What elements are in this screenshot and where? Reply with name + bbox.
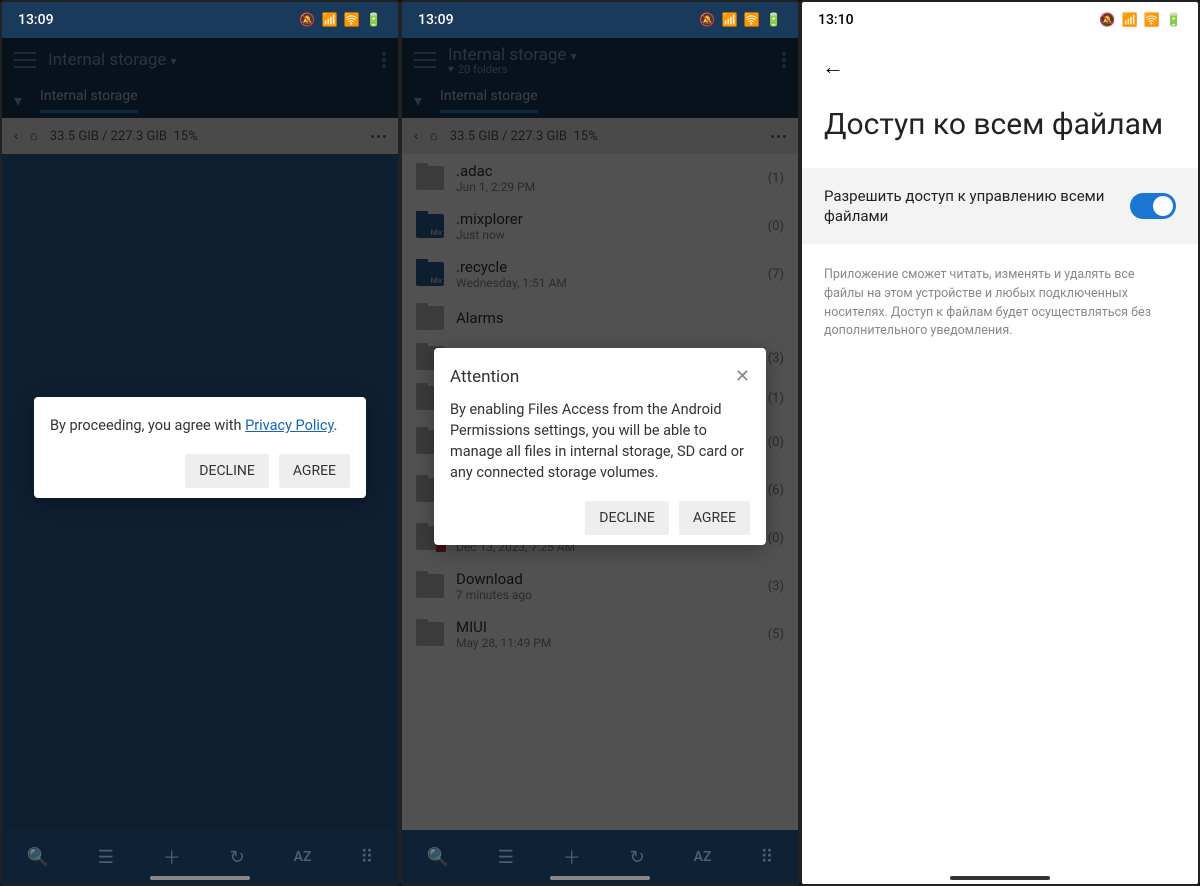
agree-button[interactable]: AGREE — [679, 501, 750, 535]
status-time: 13:10 — [818, 12, 854, 28]
status-icons: 🔕📶🛜🔋 — [299, 13, 382, 28]
agree-button[interactable]: AGREE — [279, 454, 350, 488]
dialog-title: Attention — [450, 367, 519, 387]
home-indicator[interactable] — [550, 876, 650, 880]
permission-description: Приложение сможет читать, изменять и уда… — [802, 244, 1198, 363]
status-time: 13:09 — [418, 12, 454, 28]
privacy-dialog: By proceeding, you agree with Privacy Po… — [34, 397, 366, 498]
permission-toggle[interactable] — [1130, 193, 1176, 219]
dialog-body: By enabling Files Access from the Androi… — [450, 399, 750, 483]
home-indicator[interactable] — [150, 876, 250, 880]
status-bar: 13:09 🔕📶🛜🔋 — [402, 2, 798, 38]
decline-button[interactable]: DECLINE — [185, 454, 269, 488]
status-icons: 🔕📶🛜🔋 — [699, 13, 782, 28]
permission-label: Разрешить доступ к управлению всеми файл… — [824, 186, 1114, 227]
page-title: Доступ ко всем файлам — [802, 88, 1198, 168]
status-bar: 13:09 🔕📶🛜🔋 — [2, 2, 398, 38]
permission-row[interactable]: Разрешить доступ к управлению всеми файл… — [802, 168, 1198, 245]
status-bar: 13:10 🔕📶🛜🔋 — [802, 2, 1198, 38]
decline-button[interactable]: DECLINE — [585, 501, 669, 535]
status-icons: 🔕📶🛜🔋 — [1099, 13, 1182, 28]
attention-dialog: Attention ✕ By enabling Files Access fro… — [434, 348, 766, 545]
status-time: 13:09 — [18, 12, 54, 28]
close-icon[interactable]: ✕ — [735, 366, 750, 387]
privacy-policy-link[interactable]: Privacy Policy — [245, 417, 334, 434]
home-indicator[interactable] — [950, 876, 1050, 880]
back-arrow-icon[interactable]: ← — [822, 55, 844, 80]
dialog-body: By proceeding, you agree with Privacy Po… — [50, 415, 350, 436]
